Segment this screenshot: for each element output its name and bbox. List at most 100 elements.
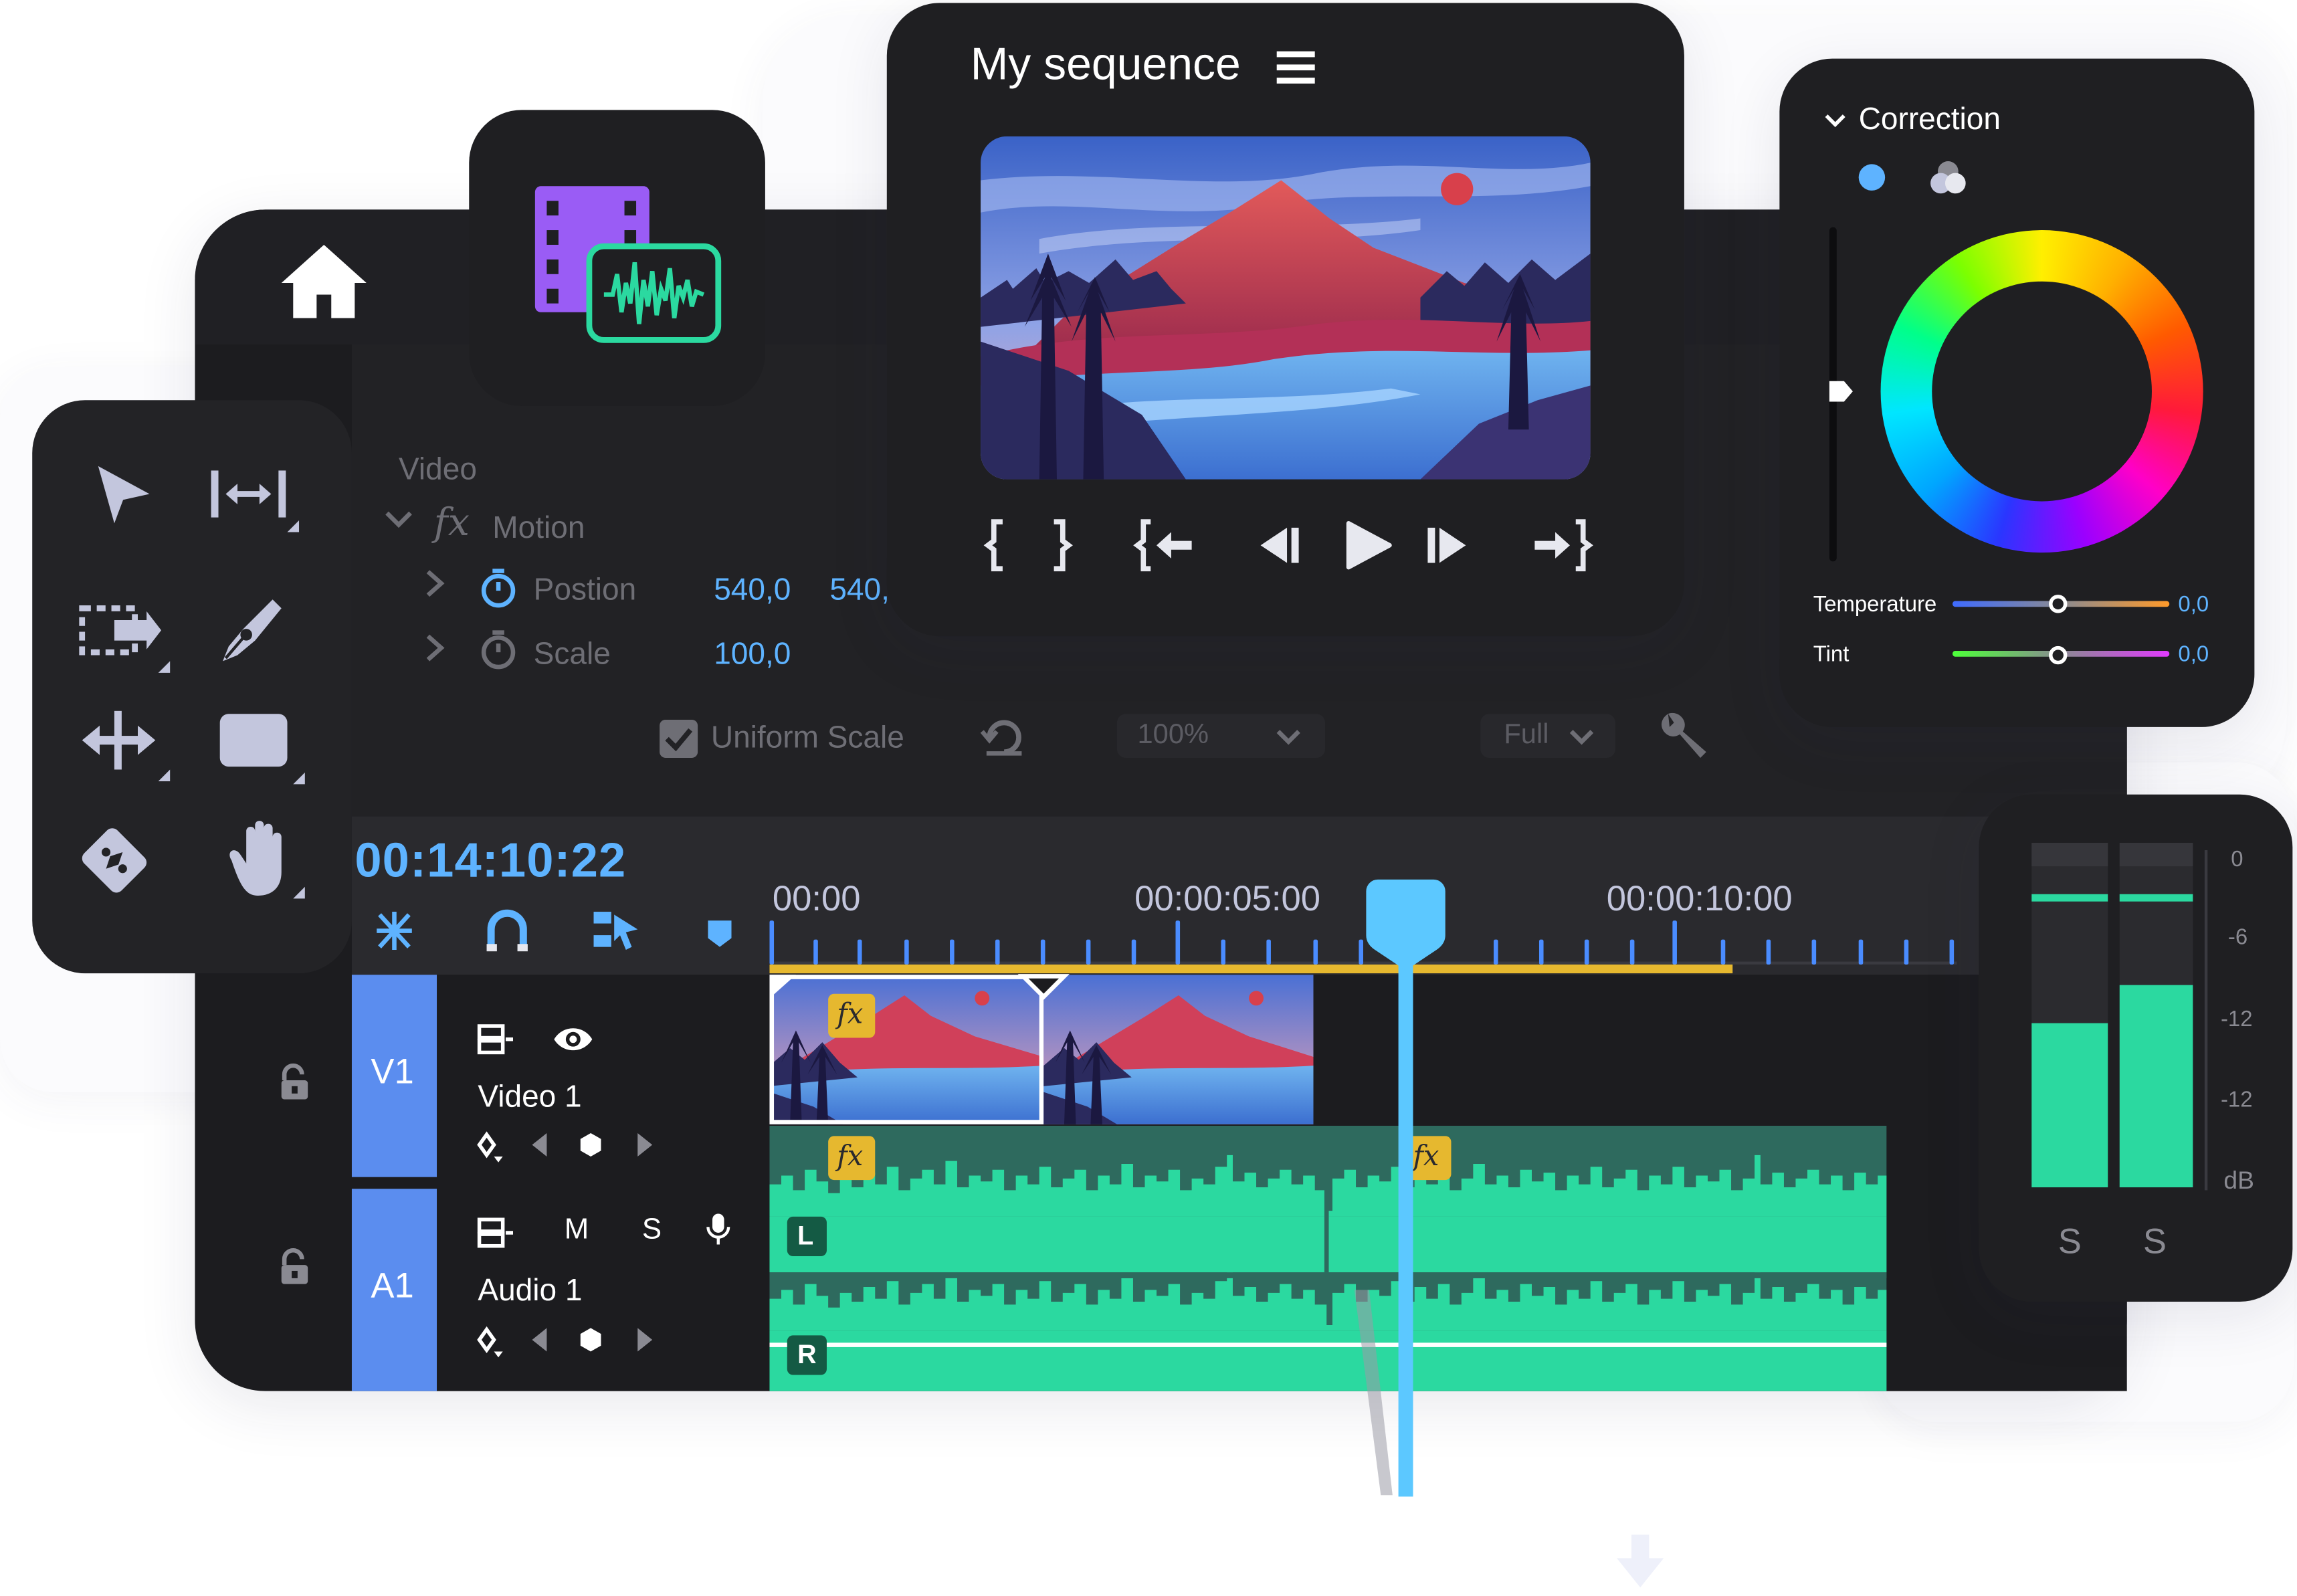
preview-video-frame[interactable]: [981, 136, 1591, 480]
scale-value[interactable]: 100,0: [714, 637, 791, 673]
temperature-label: Temperature: [1813, 592, 1937, 617]
lock-icon[interactable]: [278, 1248, 310, 1286]
chevron-down-icon[interactable]: [384, 510, 413, 531]
meter-scale-line: [2204, 850, 2208, 1191]
mark-out-icon[interactable]: [1051, 519, 1073, 572]
track-select-tool-icon[interactable]: [205, 465, 302, 538]
video-audio-media-icon[interactable]: [469, 110, 765, 406]
tint-label: Tint: [1813, 641, 1850, 668]
microphone-icon[interactable]: [706, 1212, 730, 1248]
v1-track-id: V1: [371, 1052, 414, 1092]
right-channel-badge: R: [787, 1335, 827, 1375]
stopwatch-icon[interactable]: [480, 629, 518, 670]
quality-value: Full: [1504, 719, 1549, 751]
fx-badge[interactable]: fx: [828, 993, 876, 1038]
lock-icon[interactable]: [278, 1063, 310, 1101]
position-x-value[interactable]: 540,0: [714, 573, 791, 609]
in-out-range-bar[interactable]: [769, 964, 1733, 974]
a1-track-id: A1: [371, 1266, 414, 1306]
uniform-scale-checkbox[interactable]: [660, 719, 698, 758]
keyframe-menu-icon[interactable]: [476, 1131, 506, 1164]
selection-tool-icon[interactable]: [91, 462, 159, 529]
tint-slider-handle[interactable]: [2048, 645, 2068, 666]
linked-selection-icon[interactable]: [591, 909, 643, 953]
hamburger-icon[interactable]: [1276, 51, 1315, 87]
add-keyframe-icon[interactable]: [579, 1326, 603, 1353]
wrench-icon[interactable]: [1656, 710, 1709, 763]
solo-button[interactable]: S: [642, 1213, 662, 1247]
fx-badge[interactable]: fx: [828, 1136, 876, 1181]
color-wheel-center: [1932, 281, 2152, 502]
v1-track-name: Video 1: [478, 1080, 582, 1114]
next-keyframe-icon[interactable]: [636, 1326, 654, 1353]
add-marker-icon[interactable]: [705, 918, 734, 950]
timecode-display[interactable]: 00:14:10:22: [355, 833, 626, 888]
meter-scale-4: dB: [2223, 1167, 2254, 1195]
position-label: Postion: [533, 573, 637, 607]
meter-solo-right[interactable]: S: [2143, 1223, 2167, 1264]
track-output-icon[interactable]: [476, 1215, 514, 1251]
prev-keyframe-icon[interactable]: [530, 1132, 548, 1158]
go-to-out-icon[interactable]: [1532, 519, 1593, 572]
zoom-value: 100%: [1137, 719, 1209, 751]
zoom-dropdown[interactable]: 100%: [1116, 714, 1326, 758]
chevron-down-icon: [1569, 730, 1594, 745]
meter-solo-left[interactable]: S: [2058, 1223, 2082, 1264]
step-back-icon[interactable]: [1255, 525, 1302, 566]
ruler-label-0: 00:00: [772, 879, 861, 920]
a1-track-target[interactable]: A1: [351, 1189, 437, 1391]
track-output-icon[interactable]: [476, 1021, 514, 1057]
luminance-slider-handle[interactable]: [1828, 380, 1854, 403]
chevron-down-icon[interactable]: [1823, 113, 1847, 130]
add-keyframe-icon[interactable]: [579, 1132, 603, 1158]
chevron-right-icon[interactable]: [425, 633, 446, 663]
meter-right-level: [2119, 985, 2193, 1188]
meter-scale-3: -12: [2220, 1088, 2253, 1113]
prev-keyframe-icon[interactable]: [530, 1326, 548, 1353]
playhead-handle[interactable]: [1366, 879, 1445, 973]
meter-scale-1: -6: [2227, 924, 2248, 951]
step-forward-icon[interactable]: [1425, 525, 1472, 566]
stopwatch-icon[interactable]: [480, 567, 518, 608]
mute-button[interactable]: M: [565, 1213, 589, 1247]
ruler-label-1: 00:00:05:00: [1134, 879, 1321, 920]
play-icon[interactable]: [1342, 520, 1395, 571]
slide-tool-icon[interactable]: [76, 705, 173, 787]
chevron-right-icon[interactable]: [425, 569, 446, 598]
meter-left-peak: [2031, 894, 2108, 902]
razor-tool-icon[interactable]: [70, 817, 158, 904]
a1-track-name: Audio 1: [478, 1274, 583, 1308]
meter-left-level: [2031, 1023, 2108, 1188]
transition-marker[interactable]: [1017, 973, 1070, 1000]
sequence-title: My sequence: [970, 37, 1241, 90]
playhead-line[interactable]: [1398, 938, 1413, 1497]
left-channel-badge: L: [787, 1216, 827, 1257]
rectangle-tool-icon[interactable]: [214, 708, 308, 790]
temperature-slider-handle[interactable]: [2048, 594, 2068, 615]
home-button[interactable]: [278, 242, 369, 324]
quality-dropdown[interactable]: Full: [1480, 714, 1615, 758]
eye-icon[interactable]: [551, 1025, 595, 1054]
snap-off-icon[interactable]: [371, 909, 417, 953]
fx-label: fx: [433, 501, 470, 546]
go-to-in-icon[interactable]: [1133, 519, 1195, 572]
pen-tool-icon[interactable]: [214, 594, 288, 668]
hand-tool-icon[interactable]: [214, 817, 308, 904]
video-clip-2[interactable]: [1043, 975, 1314, 1124]
position-y-value[interactable]: 540,: [829, 573, 890, 609]
v1-track-target[interactable]: V1: [351, 975, 437, 1177]
magnet-icon[interactable]: [485, 909, 529, 953]
meter-scale-2: -12: [2220, 1007, 2253, 1032]
temperature-value[interactable]: 0,0: [2178, 592, 2209, 617]
single-color-icon[interactable]: [1858, 163, 1887, 192]
reset-icon[interactable]: [980, 717, 1027, 758]
meter-right-cap: [2119, 843, 2193, 867]
video-clip-1[interactable]: [769, 975, 1044, 1124]
keyframe-menu-icon[interactable]: [476, 1326, 506, 1359]
mark-in-icon[interactable]: [983, 519, 1006, 572]
next-keyframe-icon[interactable]: [636, 1132, 654, 1158]
audio-waveform: [769, 1155, 1887, 1391]
ripple-edit-tool-icon[interactable]: [76, 597, 173, 679]
tint-value[interactable]: 0,0: [2178, 642, 2209, 667]
color-channels-icon[interactable]: [1929, 160, 1967, 195]
